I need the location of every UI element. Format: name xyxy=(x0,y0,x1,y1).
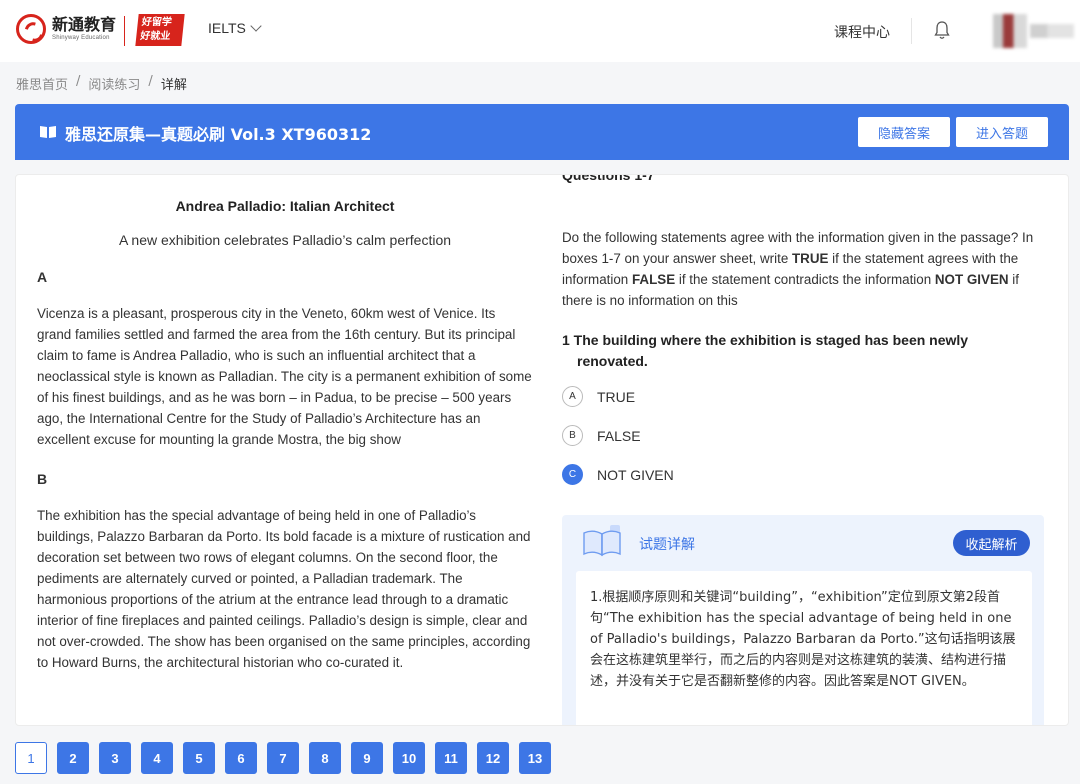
chevron-down-icon xyxy=(250,19,262,32)
question-number-button[interactable]: 9 xyxy=(351,742,383,774)
questions-heading: Questions 1-7 xyxy=(562,175,655,183)
question-number-button[interactable]: 8 xyxy=(309,742,341,774)
top-header: 新通教育 Shinyway Education 好留学 好就业 IELTS 课程… xyxy=(0,0,1080,62)
course-center-link[interactable]: 课程中心 xyxy=(834,22,890,42)
bell-icon[interactable] xyxy=(934,20,950,40)
question-text: 1 The building where the exhibition is s… xyxy=(562,332,969,369)
hide-answer-button[interactable]: 隐藏答案 xyxy=(858,117,950,147)
option-a[interactable]: A TRUE xyxy=(562,386,635,407)
option-letter: B xyxy=(562,425,583,446)
exam-label: IELTS xyxy=(208,20,246,36)
breadcrumb-practice[interactable]: 阅读练习 xyxy=(88,74,140,93)
option-label: FALSE xyxy=(597,427,641,444)
logo-icon xyxy=(16,14,46,44)
collapse-explanation-button[interactable]: 收起解析 xyxy=(953,530,1030,556)
page-title: 雅思还原集—真题必刷 Vol.3 XT960312 xyxy=(65,125,372,144)
slogan-badge: 好留学 好就业 xyxy=(135,14,185,46)
question-number-button[interactable]: 6 xyxy=(225,742,257,774)
breadcrumb-home[interactable]: 雅思首页 xyxy=(16,74,68,93)
question-number-button[interactable]: 2 xyxy=(57,742,89,774)
header-divider xyxy=(911,18,912,44)
section-paragraph: The exhibition has the special advantage… xyxy=(37,508,531,670)
option-b[interactable]: B FALSE xyxy=(562,425,641,446)
enter-answer-button[interactable]: 进入答题 xyxy=(956,117,1048,147)
logo-english: Shinyway Education xyxy=(52,35,110,41)
question-number-button[interactable]: 13 xyxy=(519,742,551,774)
breadcrumb: 雅思首页 / 阅读练习 / 详解 xyxy=(16,74,187,93)
book-icon xyxy=(40,126,56,138)
option-label: TRUE xyxy=(597,388,636,405)
logo-name: 新通教育 xyxy=(52,15,117,34)
avatar[interactable] xyxy=(993,14,1027,48)
option-letter: C xyxy=(562,464,583,485)
section-label: B xyxy=(37,471,48,487)
question-number-button[interactable]: 4 xyxy=(141,742,173,774)
brand-logo[interactable]: 新通教育 Shinyway Education xyxy=(16,14,116,44)
question-number-button[interactable]: 12 xyxy=(477,742,509,774)
breadcrumb-current: 详解 xyxy=(160,78,187,93)
explanation-text: 1.根据顺序原则和关键词“building”，“exhibition”定位到原文… xyxy=(576,571,1032,725)
passage-title: Andrea Palladio: Italian Architect xyxy=(175,198,395,214)
question-number-button[interactable]: 5 xyxy=(183,742,215,774)
question-number-button[interactable]: 7 xyxy=(267,742,299,774)
passage-pane[interactable]: Andrea Palladio: Italian Architect A new… xyxy=(37,189,533,725)
option-c[interactable]: C NOT GIVEN xyxy=(562,464,674,485)
question-number-button[interactable]: 11 xyxy=(435,742,467,774)
explanation-panel: 试题详解 收起解析 1.根据顺序原则和关键词“building”，“exhibi… xyxy=(562,515,1044,725)
user-name-blurred[interactable] xyxy=(1030,24,1074,38)
title-banner: 雅思还原集—真题必刷 Vol.3 XT960312 隐藏答案 进入答题 xyxy=(15,104,1069,160)
passage-subtitle: A new exhibition celebrates Palladio’s c… xyxy=(118,232,452,248)
open-book-icon xyxy=(583,525,621,557)
content-card: Andrea Palladio: Italian Architect A new… xyxy=(15,174,1069,726)
questions-pane[interactable]: Questions 1-7 Do the following statement… xyxy=(562,175,1052,725)
section-paragraph: Vicenza is a pleasant, prosperous city i… xyxy=(37,306,532,447)
question-number-button[interactable]: 10 xyxy=(393,742,425,774)
option-letter: A xyxy=(562,386,583,407)
section-label: A xyxy=(37,269,48,285)
logo-divider xyxy=(124,16,125,46)
question-number-button[interactable]: 1 xyxy=(15,742,47,774)
question-number-button[interactable]: 3 xyxy=(99,742,131,774)
exam-selector[interactable]: IELTS xyxy=(208,19,262,36)
question-number-bar: 1 2 3 4 5 6 7 8 9 10 11 12 13 xyxy=(15,742,551,774)
question-instructions: Do the following statements agree with t… xyxy=(562,230,1034,308)
explanation-title: 试题详解 xyxy=(639,537,695,553)
option-label: NOT GIVEN xyxy=(597,466,674,483)
